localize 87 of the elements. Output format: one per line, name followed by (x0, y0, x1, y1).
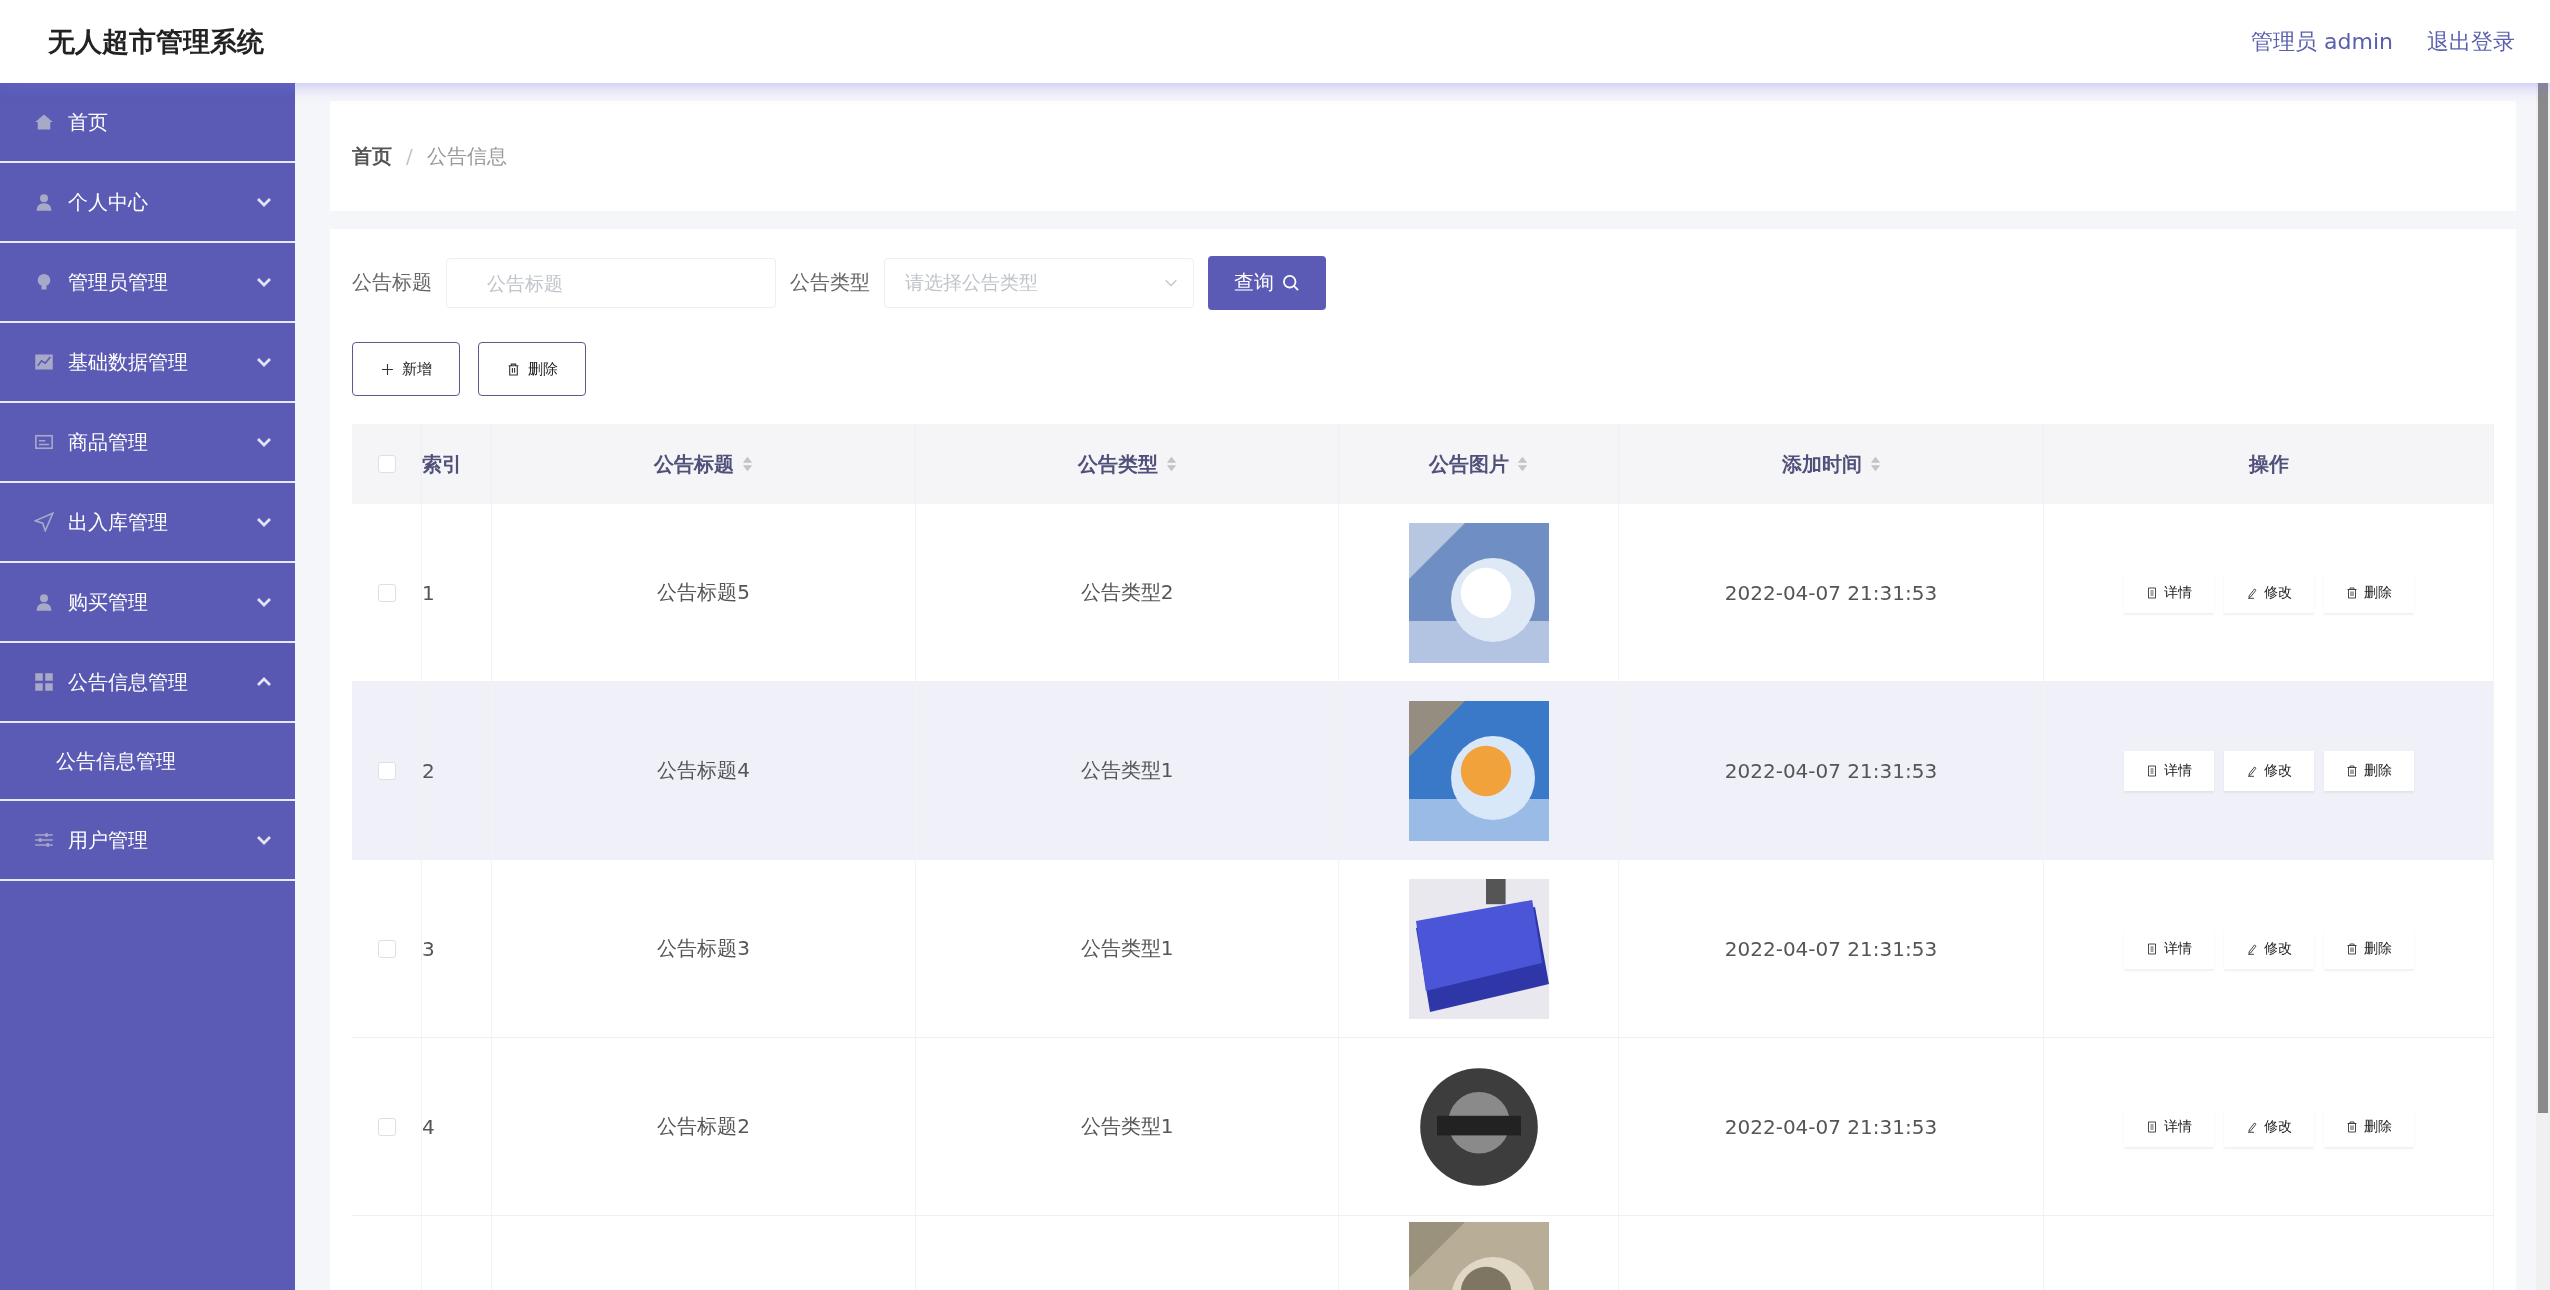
table-cell: 公告标题3 (657, 935, 750, 962)
plus-icon (380, 362, 394, 376)
delete-button[interactable]: 删除 (2323, 1106, 2414, 1147)
app-title: 无人超市管理系统 (48, 24, 264, 59)
sidebar-item[interactable]: 个人中心 (0, 163, 295, 243)
trash-icon (506, 362, 520, 376)
table-cell: 公告标题5 (657, 579, 750, 606)
sidebar-item[interactable]: 出入库管理 (0, 483, 295, 563)
details-button[interactable]: 详情 (2123, 928, 2214, 969)
search-button[interactable]: 查询 (1208, 255, 1326, 310)
field-label: 公告标题 (352, 269, 432, 296)
trash-icon (2345, 942, 2358, 955)
table-cell: 公告类型1 (1080, 1113, 1174, 1140)
delete-button[interactable]: 删除 (2323, 928, 2414, 969)
user-label: 管理员 admin (2251, 27, 2393, 56)
add-button[interactable]: 新增 (352, 342, 460, 396)
table-cell: 2022-04-07 21:31:53 (1724, 1114, 1938, 1139)
document-icon (2145, 1120, 2158, 1133)
pencil-icon (2245, 1120, 2258, 1133)
table-cell: 2 (422, 758, 435, 783)
trash-icon (2345, 1120, 2358, 1133)
table-cell: 4 (422, 1114, 435, 1139)
document-icon (2145, 942, 2158, 955)
column-header[interactable]: 公告图片 (1429, 450, 1509, 478)
checkbox[interactable] (377, 761, 396, 780)
details-button[interactable]: 详情 (2123, 750, 2214, 791)
breadcrumb-separator: / (406, 144, 413, 168)
sort-icon[interactable] (1869, 456, 1881, 472)
table-cell: 1 (422, 580, 435, 605)
details-button[interactable]: 详情 (2123, 1106, 2214, 1147)
edit-button[interactable]: 修改 (2223, 572, 2314, 613)
table-cell: 2022-04-07 21:31:53 (1724, 758, 1938, 783)
sidebar-subitem[interactable]: 公告信息管理 (0, 723, 295, 801)
sort-icon[interactable] (1165, 456, 1177, 472)
edit-button[interactable]: 修改 (2223, 750, 2314, 791)
checkbox[interactable] (377, 583, 396, 602)
sort-icon[interactable] (1517, 456, 1528, 472)
table-cell: 公告标题4 (657, 757, 750, 784)
pencil-icon (2245, 764, 2258, 777)
column-header: 索引 (422, 450, 462, 478)
sidebar-item[interactable]: 基础数据管理 (0, 323, 295, 403)
sidebar-item[interactable]: 用户管理 (0, 801, 295, 881)
edit-button[interactable]: 修改 (2223, 928, 2314, 969)
column-header: 操作 (2248, 450, 2289, 478)
checkbox[interactable] (377, 1117, 396, 1136)
field-label: 公告类型 (790, 269, 870, 296)
person-icon (34, 592, 54, 612)
column-header[interactable]: 公告标题 (654, 450, 734, 478)
sidebar-item[interactable]: 商品管理 (0, 403, 295, 483)
column-header[interactable]: 添加时间 (1781, 450, 1862, 478)
checkbox[interactable] (377, 939, 396, 958)
table-cell: 公告类型1 (1080, 757, 1174, 784)
pencil-icon (2245, 942, 2258, 955)
sort-icon[interactable] (742, 456, 753, 472)
search-field[interactable]: 公告标题 (446, 257, 776, 308)
document-icon (2145, 586, 2158, 599)
scrollbar[interactable] (2536, 83, 2550, 1290)
delete-button[interactable]: 删除 (478, 342, 586, 396)
trash-icon (2345, 764, 2358, 777)
card-icon (34, 432, 54, 452)
logout-link[interactable]: 退出登录 (2427, 26, 2515, 57)
breadcrumb-item: 公告信息 (426, 142, 507, 170)
table-cell: 3 (422, 936, 435, 961)
grid-icon (34, 672, 54, 692)
document-icon (2145, 764, 2158, 777)
table-cell: 公告标题2 (657, 1113, 750, 1140)
table-cell: 公告类型1 (1080, 935, 1174, 962)
pencil-icon (2245, 586, 2258, 599)
person-icon (34, 192, 54, 212)
delete-button[interactable]: 删除 (2323, 750, 2414, 791)
sidebar-item[interactable]: 管理员管理 (0, 243, 295, 323)
trash-icon (2345, 586, 2358, 599)
column-header[interactable]: 公告类型 (1077, 450, 1158, 478)
table-cell: 2022-04-07 21:31:53 (1724, 936, 1938, 961)
details-button[interactable]: 详情 (2123, 572, 2214, 613)
sliders-icon (34, 830, 54, 850)
delete-button[interactable]: 删除 (2323, 572, 2414, 613)
chart-icon (34, 352, 54, 372)
sidebar-item[interactable]: 首页 (0, 83, 295, 163)
table-cell: 2022-04-07 21:31:53 (1724, 580, 1938, 605)
breadcrumb-item[interactable]: 首页 (352, 142, 392, 170)
edit-button[interactable]: 修改 (2223, 1106, 2314, 1147)
send-icon (34, 512, 54, 532)
home-icon (34, 112, 54, 132)
checkbox[interactable] (377, 455, 396, 473)
table-cell: 公告类型2 (1080, 579, 1174, 606)
search-icon (1282, 273, 1300, 292)
